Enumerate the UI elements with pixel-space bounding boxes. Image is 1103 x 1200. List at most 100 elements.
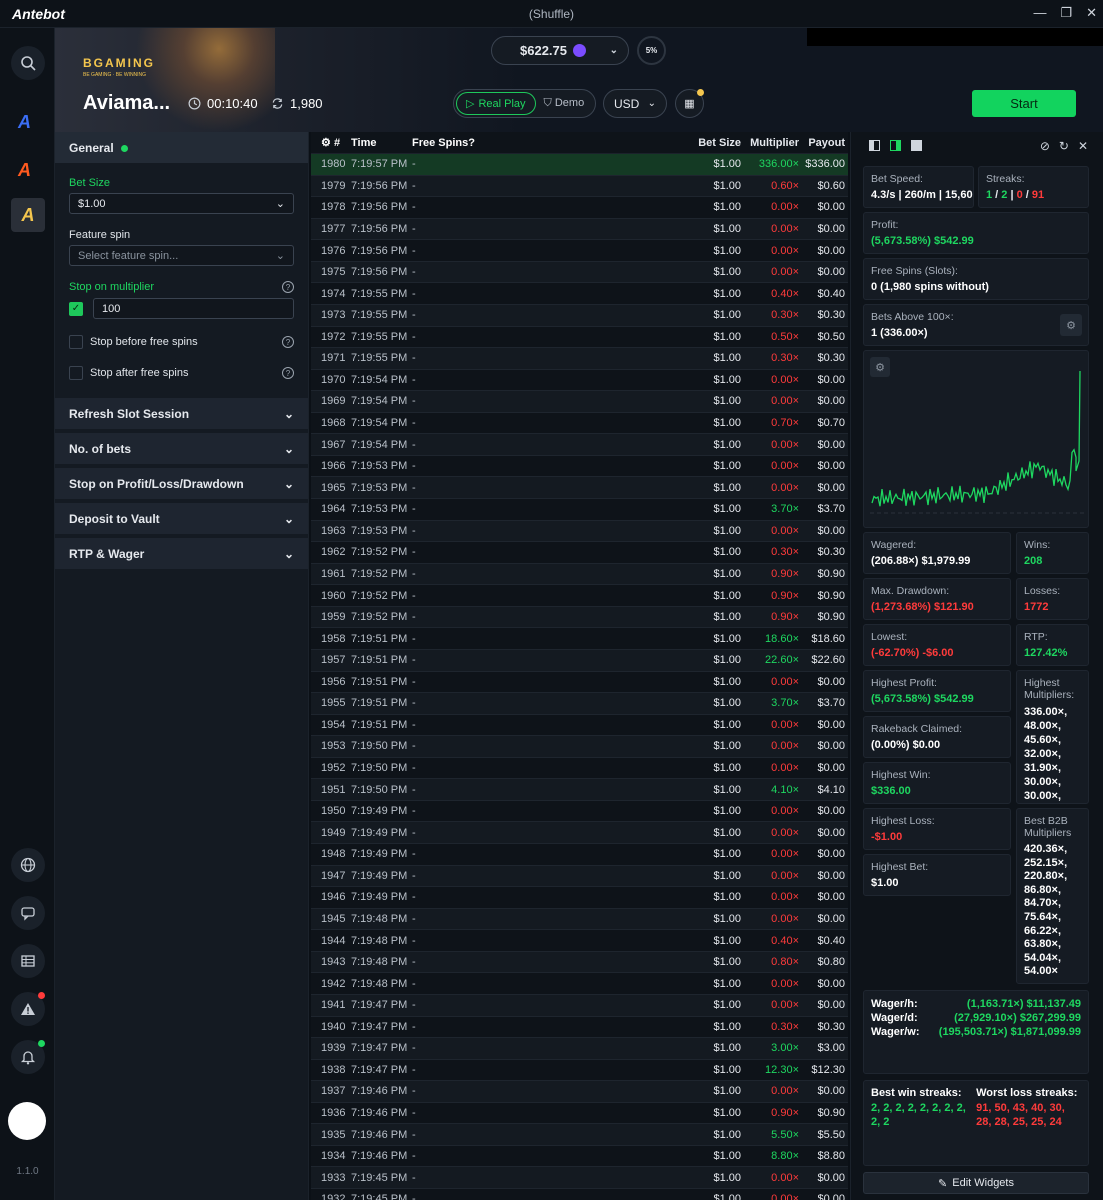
table-row[interactable]: 1949 7:19:49 PM - $1.00 0.00× $0.00 [311, 822, 848, 844]
col-time[interactable]: Time [351, 137, 411, 149]
stop-multiplier-input[interactable]: 100 [93, 298, 294, 319]
table-row[interactable]: 1978 7:19:56 PM - $1.00 0.00× $0.00 [311, 197, 848, 219]
nav-a-orange-icon[interactable]: A [18, 160, 31, 181]
table-row[interactable]: 1956 7:19:51 PM - $1.00 0.00× $0.00 [311, 672, 848, 694]
layout-right-icon[interactable] [890, 140, 901, 151]
table-row[interactable]: 1966 7:19:53 PM - $1.00 0.00× $0.00 [311, 456, 848, 478]
refresh-slot-session-section[interactable]: Refresh Slot Session ⌄ [55, 398, 308, 429]
table-row[interactable]: 1971 7:19:55 PM - $1.00 0.30× $0.30 [311, 348, 848, 370]
table-row[interactable]: 1942 7:19:48 PM - $1.00 0.00× $0.00 [311, 973, 848, 995]
table-row[interactable]: 1943 7:19:48 PM - $1.00 0.80× $0.80 [311, 951, 848, 974]
table-row[interactable]: 1932 7:19:45 PM - $1.00 0.00× $0.00 [311, 1189, 848, 1200]
table-row[interactable]: 1975 7:19:56 PM - $1.00 0.00× $0.00 [311, 261, 848, 284]
minimize-icon[interactable]: — [1033, 5, 1046, 21]
table-row[interactable]: 1965 7:19:53 PM - $1.00 0.00× $0.00 [311, 477, 848, 499]
table-row[interactable]: 1979 7:19:56 PM - $1.00 0.60× $0.60 [311, 175, 848, 198]
demo-button[interactable]: ⛉ Demo [536, 97, 585, 110]
search-icon[interactable] [11, 46, 45, 80]
table-row[interactable]: 1960 7:19:52 PM - $1.00 0.90× $0.90 [311, 585, 848, 607]
bet-size-select[interactable]: $1.00 ⌄ [69, 193, 294, 214]
table-row[interactable]: 1958 7:19:51 PM - $1.00 18.60× $18.60 [311, 628, 848, 650]
rtp-wager-section[interactable]: RTP & Wager ⌄ [55, 538, 308, 569]
table-row[interactable]: 1941 7:19:47 PM - $1.00 0.00× $0.00 [311, 994, 848, 1017]
table-row[interactable]: 1973 7:19:55 PM - $1.00 0.30× $0.30 [311, 304, 848, 327]
hide-icon[interactable]: ⊘ [1040, 139, 1050, 153]
table-row[interactable]: 1970 7:19:54 PM - $1.00 0.00× $0.00 [311, 370, 848, 392]
help-icon[interactable]: ? [282, 336, 294, 348]
row-time: 7:19:56 PM [351, 179, 408, 192]
table-row[interactable]: 1954 7:19:51 PM - $1.00 0.00× $0.00 [311, 715, 848, 737]
table-row[interactable]: 1947 7:19:49 PM - $1.00 0.00× $0.00 [311, 865, 848, 888]
chat-icon[interactable] [11, 896, 45, 930]
table-row[interactable]: 1961 7:19:52 PM - $1.00 0.90× $0.90 [311, 563, 848, 586]
feature-spin-select[interactable]: Select feature spin... ⌄ [69, 245, 294, 266]
table-row[interactable]: 1945 7:19:48 PM - $1.00 0.00× $0.00 [311, 908, 848, 931]
table-row[interactable]: 1935 7:19:46 PM - $1.00 5.50× $5.50 [311, 1124, 848, 1146]
refresh-icon[interactable]: ↻ [1059, 139, 1069, 153]
table-row[interactable]: 1976 7:19:56 PM - $1.00 0.00× $0.00 [311, 240, 848, 262]
row-multiplier: 0.50× [771, 330, 799, 343]
table-row[interactable]: 1962 7:19:52 PM - $1.00 0.30× $0.30 [311, 542, 848, 564]
table-row[interactable]: 1940 7:19:47 PM - $1.00 0.30× $0.30 [311, 1017, 848, 1039]
table-row[interactable]: 1968 7:19:54 PM - $1.00 0.70× $0.70 [311, 413, 848, 435]
layout-full-icon[interactable] [911, 140, 922, 151]
table-row[interactable]: 1963 7:19:53 PM - $1.00 0.00× $0.00 [311, 520, 848, 543]
table-row[interactable]: 1955 7:19:51 PM - $1.00 3.70× $3.70 [311, 693, 848, 715]
table-row[interactable]: 1972 7:19:55 PM - $1.00 0.50× $0.50 [311, 327, 848, 349]
table-row[interactable]: 1939 7:19:47 PM - $1.00 3.00× $3.00 [311, 1038, 848, 1060]
close-icon[interactable]: ✕ [1086, 5, 1097, 21]
table-row[interactable]: 1967 7:19:54 PM - $1.00 0.00× $0.00 [311, 434, 848, 456]
row-free-spins: - [412, 373, 416, 386]
balance-selector[interactable]: $622.75 ⌄ [491, 36, 629, 65]
help-icon[interactable]: ? [282, 367, 294, 379]
help-icon[interactable]: ? [282, 281, 294, 293]
nav-a-gold-icon[interactable]: A [11, 198, 45, 232]
stop-on-profit-section[interactable]: Stop on Profit/Loss/Drawdown ⌄ [55, 468, 308, 499]
close-icon[interactable]: ✕ [1078, 139, 1088, 153]
avatar[interactable] [8, 1102, 46, 1140]
nav-a-blue-icon[interactable]: A [18, 112, 31, 133]
currency-select[interactable]: USD ⌄ [603, 89, 667, 118]
rakeback-percent[interactable]: 5% [637, 36, 666, 65]
maximize-icon[interactable]: ❐ [1060, 5, 1072, 21]
table-row[interactable]: 1946 7:19:49 PM - $1.00 0.00× $0.00 [311, 887, 848, 909]
table-row[interactable]: 1937 7:19:46 PM - $1.00 0.00× $0.00 [311, 1081, 848, 1103]
row-free-spins: - [412, 762, 416, 775]
deposit-to-vault-section[interactable]: Deposit to Vault ⌄ [55, 503, 308, 534]
real-play-button[interactable]: ▷ Real Play [456, 92, 536, 115]
table-icon[interactable] [11, 944, 45, 978]
table-row[interactable]: 1964 7:19:53 PM - $1.00 3.70× $3.70 [311, 499, 848, 521]
table-row[interactable]: 1974 7:19:55 PM - $1.00 0.40× $0.40 [311, 283, 848, 305]
edit-widgets-button[interactable]: ✎ Edit Widgets [863, 1172, 1089, 1194]
table-row[interactable]: 1953 7:19:50 PM - $1.00 0.00× $0.00 [311, 736, 848, 758]
globe-icon[interactable] [11, 848, 45, 882]
table-row[interactable]: 1969 7:19:54 PM - $1.00 0.00× $0.00 [311, 391, 848, 413]
no-of-bets-section[interactable]: No. of bets ⌄ [55, 433, 308, 464]
table-row[interactable]: 1938 7:19:47 PM - $1.00 12.30× $12.30 [311, 1060, 848, 1082]
stop-multiplier-checkbox[interactable]: ✓ [69, 301, 83, 316]
layout-left-icon[interactable] [869, 140, 880, 151]
col-free-spins[interactable]: Free Spins? [411, 137, 691, 149]
table-row[interactable]: 1948 7:19:49 PM - $1.00 0.00× $0.00 [311, 844, 848, 866]
table-row[interactable]: 1959 7:19:52 PM - $1.00 0.90× $0.90 [311, 606, 848, 629]
table-row[interactable]: 1951 7:19:50 PM - $1.00 4.10× $4.10 [311, 779, 848, 801]
table-row[interactable]: 1977 7:19:56 PM - $1.00 0.00× $0.00 [311, 218, 848, 241]
stop-after-free-spins-checkbox[interactable] [69, 366, 83, 380]
table-row[interactable]: 1980 7:19:57 PM - $1.00 336.00× $336.00 [311, 154, 848, 176]
table-row[interactable]: 1933 7:19:45 PM - $1.00 0.00× $0.00 [311, 1167, 848, 1189]
col-payout[interactable]: Payout [799, 137, 845, 149]
gear-icon[interactable]: ⚙ [1060, 314, 1082, 336]
table-row[interactable]: 1950 7:19:49 PM - $1.00 0.00× $0.00 [311, 801, 848, 823]
table-row[interactable]: 1936 7:19:46 PM - $1.00 0.90× $0.90 [311, 1103, 848, 1125]
gear-icon[interactable]: ⚙ [321, 137, 331, 149]
table-row[interactable]: 1944 7:19:48 PM - $1.00 0.40× $0.40 [311, 930, 848, 952]
col-multiplier[interactable]: Multiplier [741, 137, 799, 149]
stop-before-free-spins-checkbox[interactable] [69, 335, 83, 349]
row-time: 7:19:51 PM [351, 632, 408, 645]
col-bet-size[interactable]: Bet Size [691, 137, 741, 149]
start-button[interactable]: Start [972, 90, 1076, 117]
table-row[interactable]: 1952 7:19:50 PM - $1.00 0.00× $0.00 [311, 758, 848, 780]
table-row[interactable]: 1934 7:19:46 PM - $1.00 8.80× $8.80 [311, 1146, 848, 1168]
table-row[interactable]: 1957 7:19:51 PM - $1.00 22.60× $22.60 [311, 649, 848, 672]
general-section-header[interactable]: General [55, 132, 308, 163]
